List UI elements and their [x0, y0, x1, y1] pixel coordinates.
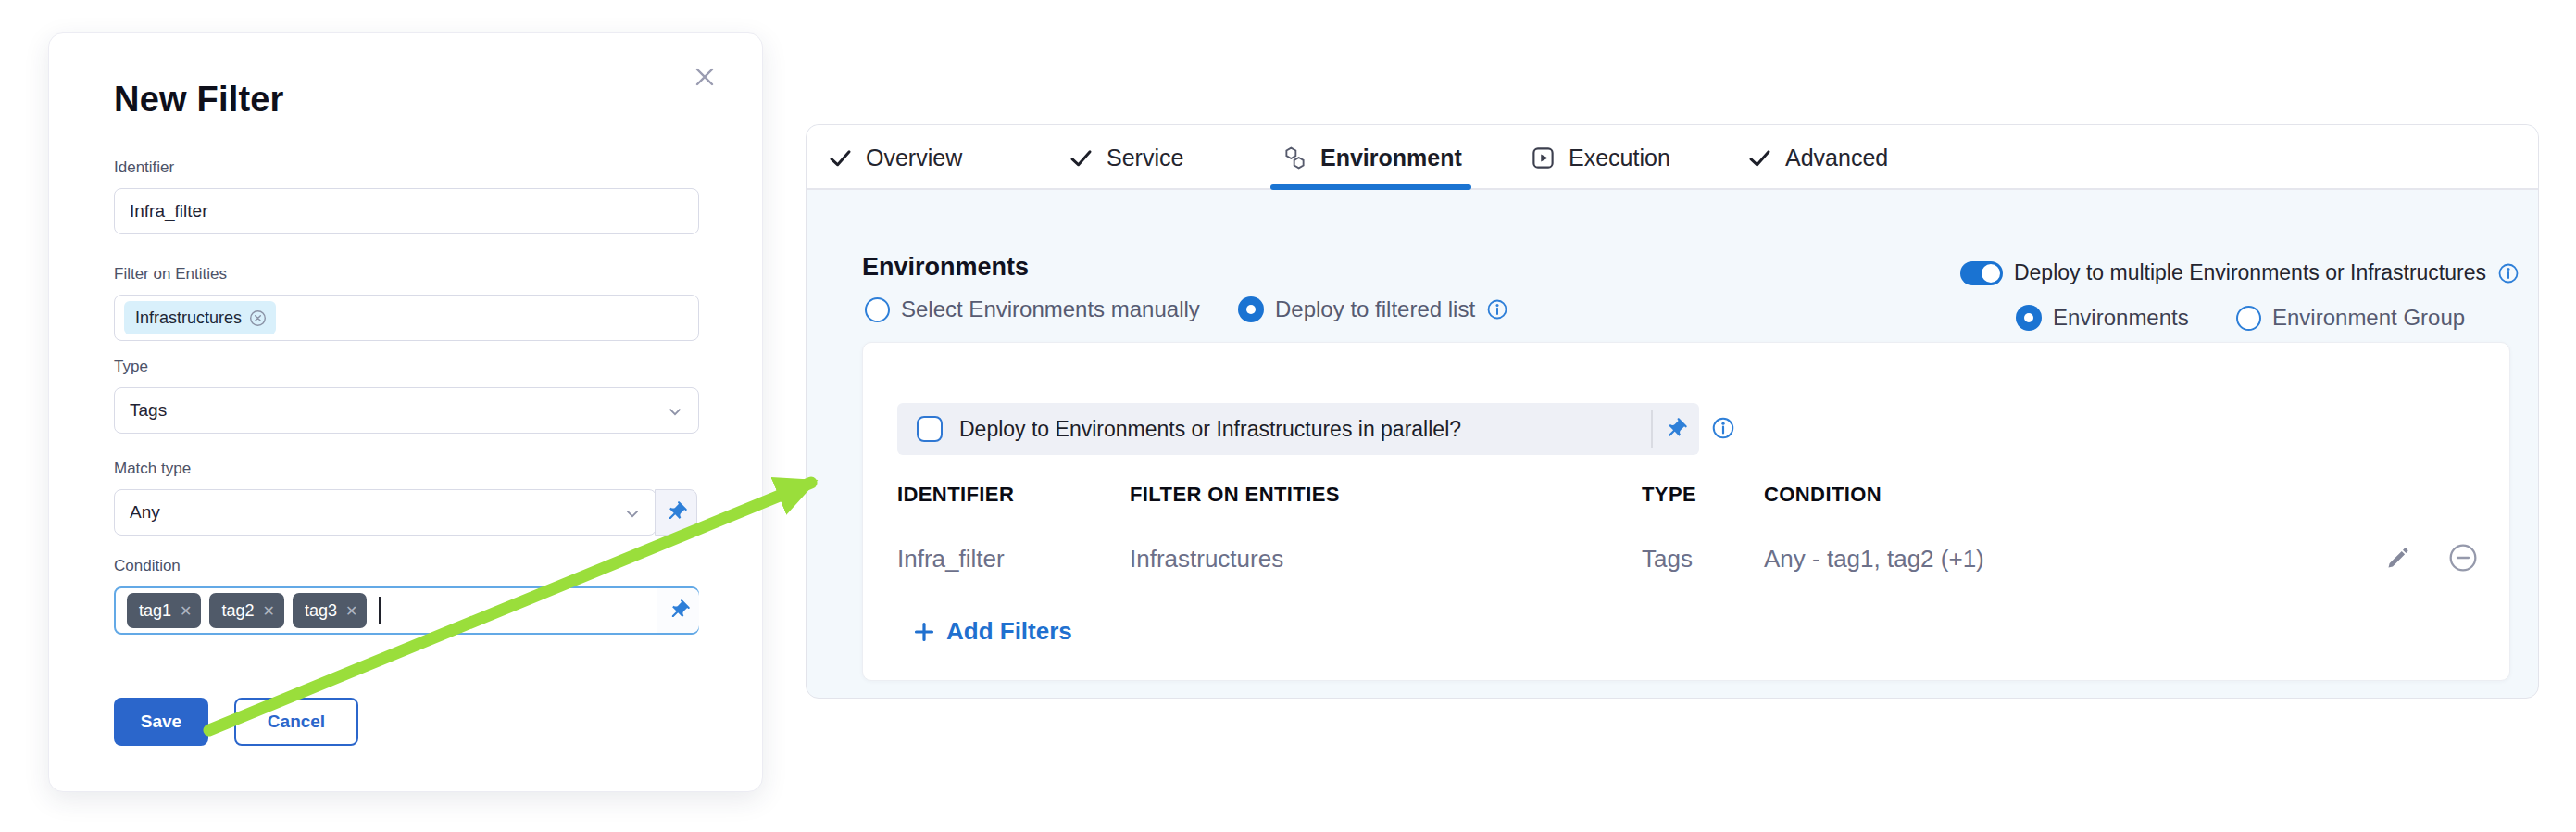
- page: New Filter Identifier Infra_filter Filte…: [0, 0, 2576, 832]
- annotation-arrow: [0, 0, 2576, 832]
